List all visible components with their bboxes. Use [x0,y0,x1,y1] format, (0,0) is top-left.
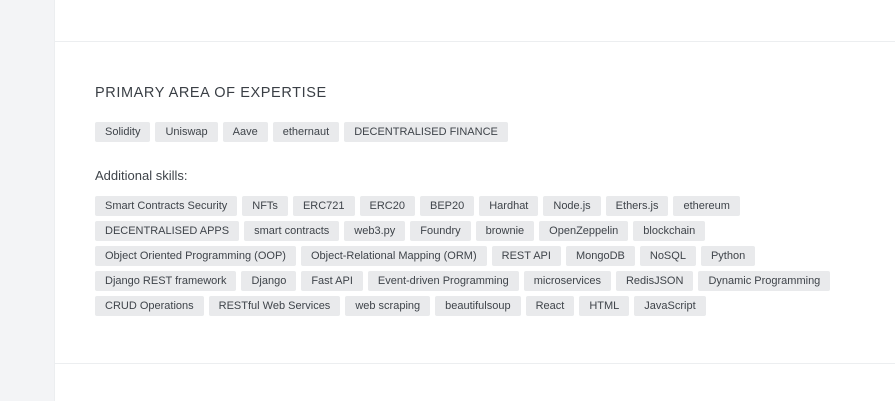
additional-skill-tag[interactable]: BEP20 [419,196,475,216]
additional-skill-tag[interactable]: Dynamic Programming [698,271,831,291]
top-divider [55,41,895,42]
additional-skills-heading: Additional skills: [95,168,188,183]
primary-expertise-heading: PRIMARY AREA OF EXPERTISE [95,85,327,101]
additional-skill-tag[interactable]: NoSQL [639,246,696,266]
additional-skill-tag[interactable]: Node.js [543,196,601,216]
additional-skill-tag[interactable]: ERC20 [359,196,415,216]
bottom-divider [55,363,895,364]
additional-skill-tag[interactable]: CRUD Operations [95,296,204,316]
expertise-skill-tag[interactable]: Solidity [95,122,151,142]
additional-skill-tag[interactable]: microservices [523,271,611,291]
additional-skill-tag[interactable]: beautifulsoup [435,296,521,316]
additional-skill-tag[interactable]: Event-driven Programming [367,271,519,291]
additional-skill-tag[interactable]: REST API [491,246,561,266]
additional-skill-tag[interactable]: ethereum [673,196,740,216]
additional-skill-tag[interactable]: web scraping [345,296,431,316]
additional-skills-tags: Smart Contracts Security NFTs ERC721 ERC20 B… [95,196,885,316]
additional-skill-tag[interactable]: RESTful Web Services [208,296,341,316]
expertise-section: PRIMARY AREA OF EXPERTISE Solidity Uniswa… [95,84,885,316]
additional-skill-tag[interactable]: Python [700,246,756,266]
additional-skill-tag[interactable]: Ethers.js [605,196,669,216]
primary-expertise-tags: Solidity Uniswap Aave ethernaut DECENTRALISE… [95,122,885,142]
additional-skill-tag[interactable]: Django [241,271,297,291]
additional-skill-tag[interactable]: RedisJSON [615,271,694,291]
expertise-skill-tag[interactable]: Aave [222,122,268,142]
additional-skill-tag[interactable]: DECENTRALISED APPS [95,221,240,241]
expertise-skill-tag[interactable]: Uniswap [155,122,218,142]
additional-skill-tag[interactable]: Fast API [301,271,363,291]
additional-skill-tag[interactable]: JavaScript [634,296,706,316]
additional-skill-tag[interactable]: ERC721 [292,196,355,216]
additional-skill-tag[interactable]: HTML [579,296,630,316]
expertise-skill-tag[interactable]: ethernaut [272,122,340,142]
additional-skill-tag[interactable]: Object-Relational Mapping (ORM) [300,246,487,266]
additional-skill-tag[interactable]: Hardhat [479,196,539,216]
left-sidebar-rail [0,0,55,401]
additional-skill-tag[interactable]: smart contracts [244,221,340,241]
additional-skill-tag[interactable]: Smart Contracts Security [95,196,238,216]
additional-skill-tag[interactable]: React [525,296,575,316]
additional-skill-tag[interactable]: web3.py [344,221,406,241]
additional-skill-tag[interactable]: brownie [475,221,535,241]
additional-skill-tag[interactable]: Object Oriented Programming (OOP) [95,246,296,266]
additional-skill-tag[interactable]: Django REST framework [95,271,237,291]
additional-skill-tag[interactable]: MongoDB [565,246,635,266]
additional-skill-tag[interactable]: Foundry [410,221,471,241]
expertise-skill-tag[interactable]: DECENTRALISED FINANCE [344,122,508,142]
additional-skill-tag[interactable]: blockchain [633,221,706,241]
additional-skill-tag[interactable]: NFTs [242,196,288,216]
additional-skill-tag[interactable]: OpenZeppelin [539,221,629,241]
